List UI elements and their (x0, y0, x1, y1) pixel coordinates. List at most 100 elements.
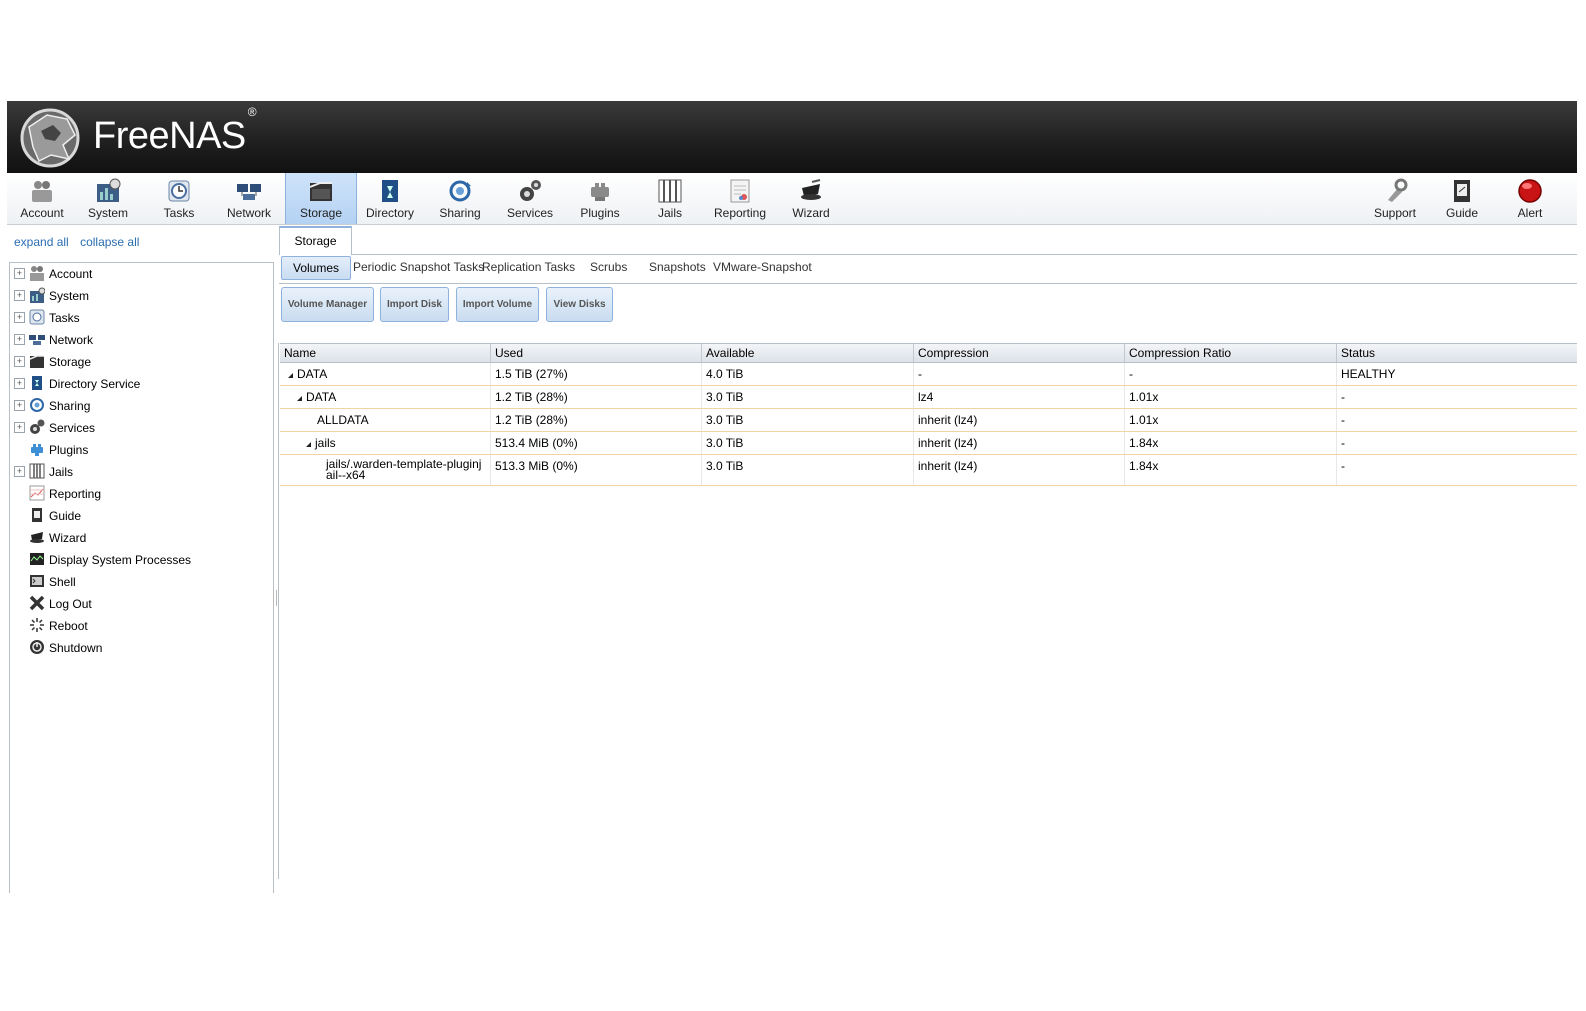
expand-icon[interactable]: + (14, 334, 25, 345)
tree-item-plugins[interactable]: Plugins (10, 440, 270, 460)
services-icon (30, 419, 45, 434)
nav-wizard[interactable]: Wizard (776, 173, 846, 224)
top-navigation: Account System Tasks Network Storage Dir… (7, 173, 1577, 225)
column-header-compression-ratio[interactable]: Compression Ratio (1125, 344, 1337, 362)
table-row[interactable]: DATA 1.2 TiB (28%) 3.0 TiB lz4 1.01x - (280, 386, 1577, 409)
column-header-name[interactable]: Name (280, 344, 491, 362)
sharing-icon (30, 398, 44, 412)
expand-icon[interactable]: + (14, 312, 25, 323)
plugins-icon (31, 444, 43, 456)
expand-icon[interactable]: + (14, 290, 25, 301)
view-disks-button[interactable]: View Disks (546, 287, 613, 322)
main-tabbar: Storage (279, 226, 1577, 255)
table-row[interactable]: ALLDATA 1.2 TiB (28%) 3.0 TiB inherit (l… (280, 409, 1577, 432)
tasks-icon (168, 180, 190, 202)
tree-item-sharing[interactable]: + Sharing (10, 396, 270, 416)
wizard-icon (801, 179, 821, 200)
tree-item-log-out[interactable]: Log Out (10, 594, 270, 614)
expanded-triangle-icon[interactable] (288, 373, 293, 378)
tree-item-shutdown[interactable]: Shutdown (10, 638, 270, 658)
nav-guide[interactable]: Guide (1427, 173, 1497, 224)
guide-icon (32, 508, 42, 522)
volume-manager-button[interactable]: Volume Manager (281, 287, 374, 322)
expand-all-link[interactable]: expand all (14, 235, 69, 249)
column-header-compression[interactable]: Compression (914, 344, 1125, 362)
grid-border (278, 343, 279, 879)
nav-tasks[interactable]: Tasks (144, 173, 214, 224)
tree-item-reporting[interactable]: Reporting (10, 484, 270, 504)
storage-icon (29, 355, 44, 368)
tree-item-system[interactable]: + System (10, 286, 270, 306)
subtab-vmware-snapshot[interactable]: VMware-Snapshot (713, 256, 812, 278)
subtab-scrubs[interactable]: Scrubs (590, 256, 627, 278)
nav-alert[interactable]: Alert (1495, 173, 1565, 224)
import-disk-button[interactable]: Import Disk (380, 287, 449, 322)
sharing-icon (449, 180, 471, 202)
processes-icon (30, 553, 44, 565)
directory-icon (382, 180, 398, 202)
expand-icon[interactable]: + (14, 356, 25, 367)
expand-icon[interactable]: + (14, 378, 25, 389)
volumes-grid: Name Used Available Compression Compress… (280, 343, 1577, 486)
panel-splitter[interactable] (273, 590, 277, 606)
column-header-status[interactable]: Status (1337, 344, 1577, 362)
network-icon (237, 184, 261, 200)
navigation-tree: + Account + System + Tasks + Network + S… (9, 262, 274, 893)
nav-reporting[interactable]: Reporting (705, 173, 775, 224)
tree-item-account[interactable]: + Account (10, 264, 270, 284)
nav-services[interactable]: Services (495, 173, 565, 224)
expand-icon[interactable]: + (14, 466, 25, 477)
tree-item-wizard[interactable]: Wizard (10, 528, 270, 548)
tree-item-directory-service[interactable]: + Directory Service (10, 374, 270, 394)
support-icon (1388, 178, 1408, 202)
table-row[interactable]: DATA 1.5 TiB (27%) 4.0 TiB - - HEALTHY (280, 363, 1577, 386)
nav-directory[interactable]: Directory (355, 173, 425, 224)
reporting-icon (730, 179, 750, 203)
column-header-available[interactable]: Available (702, 344, 914, 362)
account-icon (30, 266, 44, 281)
tree-item-reboot[interactable]: Reboot (10, 616, 270, 636)
tree-item-display-system-processes[interactable]: Display System Processes (10, 550, 270, 570)
expand-icon[interactable]: + (14, 268, 25, 279)
expanded-triangle-icon[interactable] (297, 396, 302, 401)
column-header-used[interactable]: Used (491, 344, 702, 362)
table-row[interactable]: jails 513.4 MiB (0%) 3.0 TiB inherit (lz… (280, 432, 1577, 455)
tab-storage[interactable]: Storage (279, 226, 352, 255)
plugins-icon (591, 183, 609, 201)
tree-item-shell[interactable]: Shell (10, 572, 270, 592)
expand-icon[interactable]: + (14, 422, 25, 433)
expanded-triangle-icon[interactable] (306, 442, 311, 447)
tree-item-guide[interactable]: Guide (10, 506, 270, 526)
subtab-replication-tasks[interactable]: Replication Tasks (482, 256, 575, 278)
jails-icon (29, 463, 45, 479)
expand-icon[interactable]: + (14, 400, 25, 411)
freenas-logo-icon (20, 108, 80, 168)
import-volume-button[interactable]: Import Volume (456, 287, 539, 322)
account-icon (32, 181, 52, 202)
nav-storage[interactable]: Storage (285, 173, 357, 224)
tree-item-services[interactable]: + Services (10, 418, 270, 438)
nav-sharing[interactable]: Sharing (425, 173, 495, 224)
nav-jails[interactable]: Jails (635, 173, 705, 224)
status-cell: HEALTHY (1341, 367, 1396, 381)
shell-icon (30, 575, 44, 587)
tree-item-tasks[interactable]: + Tasks (10, 308, 270, 328)
nav-network[interactable]: Network (214, 173, 284, 224)
app-header: FreeNAS® (7, 101, 1577, 173)
system-icon (30, 287, 45, 303)
services-icon (520, 180, 541, 201)
table-row[interactable]: jails/.warden-template-pluginjail--x64 5… (280, 455, 1577, 486)
nav-support[interactable]: Support (1360, 173, 1430, 224)
tree-item-network[interactable]: + Network (10, 330, 270, 350)
subtab-snapshots[interactable]: Snapshots (649, 256, 706, 278)
tree-item-storage[interactable]: + Storage (10, 352, 270, 372)
system-icon (97, 178, 121, 202)
storage-subtabs: Volumes Periodic Snapshot Tasks Replicat… (279, 254, 1577, 284)
tree-item-jails[interactable]: + Jails (10, 462, 270, 482)
subtab-periodic-snapshot-tasks[interactable]: Periodic Snapshot Tasks (353, 256, 484, 278)
nav-plugins[interactable]: Plugins (565, 173, 635, 224)
nav-system[interactable]: System (73, 173, 143, 224)
nav-account[interactable]: Account (7, 173, 77, 224)
subtab-volumes[interactable]: Volumes (281, 256, 352, 280)
collapse-all-link[interactable]: collapse all (80, 235, 139, 249)
